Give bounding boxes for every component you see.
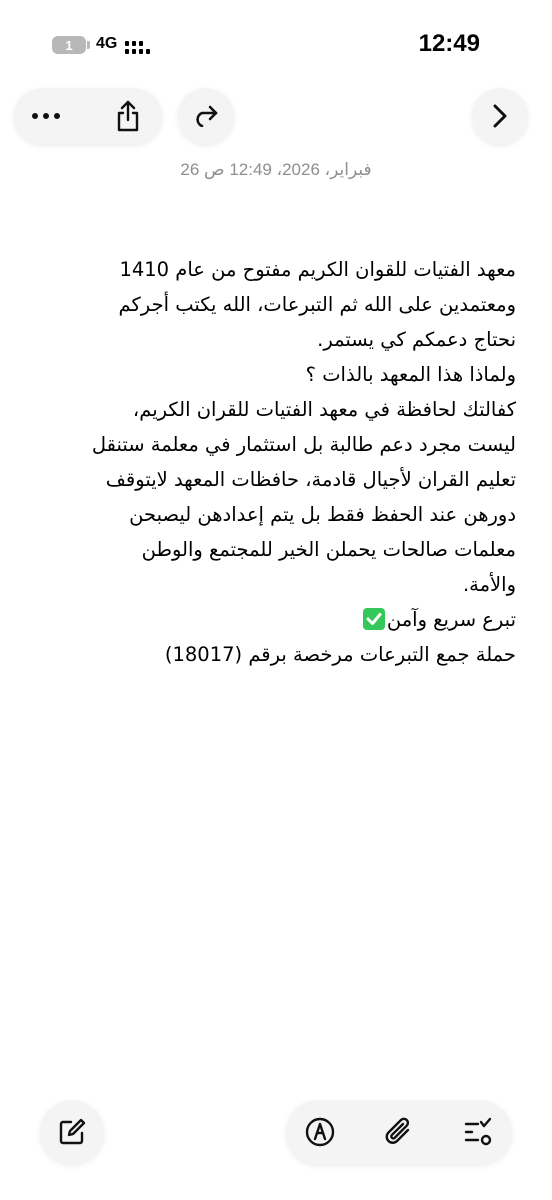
note-line: ولماذا هذا المعهد بالذات ؟ [305, 363, 516, 386]
note-line: والأمة. [462, 573, 516, 596]
share-icon[interactable] [108, 96, 148, 136]
note-timestamp: 26 فبراير، 2026، 12:49 ص [180, 160, 372, 179]
note-line-donate: تبرع سريع وآمن [36, 602, 516, 637]
network-type: 4G [96, 35, 118, 52]
more-icon[interactable] [26, 96, 66, 136]
signal-icon [125, 41, 150, 54]
note-line-text: تبرع سريع وآمن [386, 608, 516, 631]
note-line: دورهن عند الحفظ فقط بل يتم إعدادهن ليصبح… [129, 503, 516, 526]
note-line: حملة جمع التبرعات مرخصة برقم (18017) [164, 643, 516, 666]
attachment-icon[interactable] [379, 1112, 419, 1152]
check-mark-icon [362, 608, 385, 630]
note-line: معلمات صالحات يحملن الخير للمجتمع والوطن [141, 538, 516, 561]
forward-chevron-icon [493, 104, 507, 128]
redo-icon [196, 105, 218, 127]
note-line: ومعتمدين على الله ثم التبرعات، الله يكتب… [118, 293, 516, 316]
battery-icon: 1 [52, 36, 86, 54]
note-body[interactable]: معهد الفتيات للقوان الكريم مفتوح من عام … [36, 252, 516, 672]
battery-tip [87, 41, 90, 49]
note-line: نحتاج دعمكم كي يستمر. [317, 328, 516, 351]
note-line: كفالتك لحافظة في معهد الفتيات للقران الك… [132, 398, 516, 421]
status-bar: 1 4G 12:49 [0, 0, 552, 90]
forward-button[interactable] [472, 88, 528, 144]
checklist-icon[interactable] [458, 1112, 498, 1152]
redo-button[interactable] [178, 88, 234, 144]
compose-icon [59, 1118, 86, 1145]
note-line: معهد الفتيات للقوان الكريم مفتوح من عام … [119, 258, 516, 281]
battery-level: 1 [65, 37, 73, 53]
toolbar-actions [14, 88, 162, 144]
markup-pen-icon[interactable] [300, 1112, 340, 1152]
note-line: تعليم القران لأجيال قادمة، حافظات المعهد… [105, 468, 516, 491]
note-line: ليست مجرد دعم طالبة بل استثمار في معلمة … [91, 433, 516, 456]
status-time: 12:49 [418, 30, 480, 57]
bottom-actions [286, 1100, 512, 1164]
compose-button[interactable] [40, 1100, 104, 1164]
